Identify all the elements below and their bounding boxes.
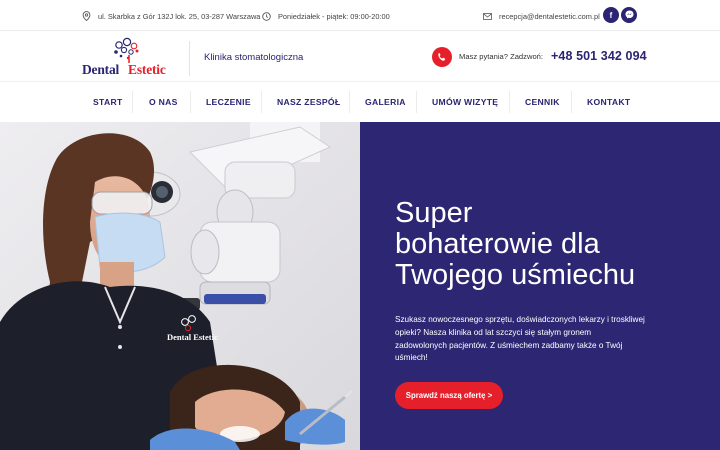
nav-separator	[509, 91, 510, 113]
nav-separator	[416, 91, 417, 113]
phone-icon[interactable]	[432, 47, 452, 67]
shirt-logo-text: Dental Estetic	[167, 332, 218, 342]
nav-item-cennik[interactable]: CENNIK	[525, 97, 560, 107]
facebook-icon: f	[609, 10, 613, 20]
logo-text: Dental Estetic	[82, 62, 166, 77]
address-item: ul. Skarbka z Gór 132J lok. 25, 03-287 W…	[82, 10, 260, 22]
facebook-button[interactable]: f	[603, 7, 619, 23]
clock-icon	[262, 11, 271, 21]
dentist-photo-illustration: Dental Estetic	[0, 122, 360, 450]
messenger-icon	[625, 10, 634, 21]
nav-separator	[190, 91, 191, 113]
email-item[interactable]: recepcja@dentalestetic.com.pl	[483, 10, 600, 22]
nav-item-leczenie[interactable]: LECZENIE	[206, 97, 251, 107]
messenger-button[interactable]	[621, 7, 637, 23]
logo-mark-icon	[114, 37, 139, 63]
hero-content-panel: Super bohaterowie dla Twojego uśmiechu S…	[360, 122, 720, 450]
nav-item-umow-wizyte[interactable]: UMÓW WIZYTĘ	[432, 97, 498, 107]
nav-separator	[261, 91, 262, 113]
email-link[interactable]: recepcja@dentalestetic.com.pl	[499, 12, 600, 21]
nav-item-kontakt[interactable]: KONTAKT	[587, 97, 630, 107]
header-divider	[189, 41, 190, 76]
hero-photo: Dental Estetic	[0, 122, 360, 450]
nav-separator	[349, 91, 350, 113]
nav-item-o-nas[interactable]: O NAS	[149, 97, 178, 107]
phone-number[interactable]: +48 501 342 094	[551, 49, 647, 63]
hero-section: Dental Estetic Super bohaterowie dla Two…	[0, 122, 720, 450]
clinic-tagline: Klinika stomatologiczna	[204, 52, 304, 63]
nav-item-galeria[interactable]: GALERIA	[365, 97, 406, 107]
address-text: ul. Skarbka z Gór 132J lok. 25, 03-287 W…	[98, 11, 261, 21]
main-navigation: START O NAS LECZENIE NASZ ZESPÓŁ GALERIA…	[0, 81, 720, 122]
site-header: Dental Estetic Klinika stomatologiczna Ma…	[0, 31, 720, 81]
phone-question: Masz pytania? Zadzwoń:	[459, 52, 543, 61]
hero-description: Szukasz nowoczesnego sprzętu, doświadczo…	[395, 315, 645, 363]
offer-cta-button[interactable]: Sprawdź naszą ofertę >	[395, 382, 503, 409]
nav-separator	[132, 91, 133, 113]
nav-item-start[interactable]: START	[93, 97, 123, 107]
nav-separator	[571, 91, 572, 113]
hours-text: Poniedziałek - piątek: 09:00-20:00	[278, 11, 390, 21]
envelope-icon	[483, 12, 492, 21]
nav-item-nasz-zespol[interactable]: NASZ ZESPÓŁ	[277, 97, 340, 107]
hours-item: Poniedziałek - piątek: 09:00-20:00	[262, 10, 390, 22]
top-info-bar: ul. Skarbka z Gór 132J lok. 25, 03-287 W…	[0, 0, 720, 31]
hero-title: Super bohaterowie dla Twojego uśmiechu	[395, 197, 636, 291]
logo[interactable]: Dental Estetic	[82, 37, 178, 79]
location-pin-icon	[82, 11, 91, 21]
